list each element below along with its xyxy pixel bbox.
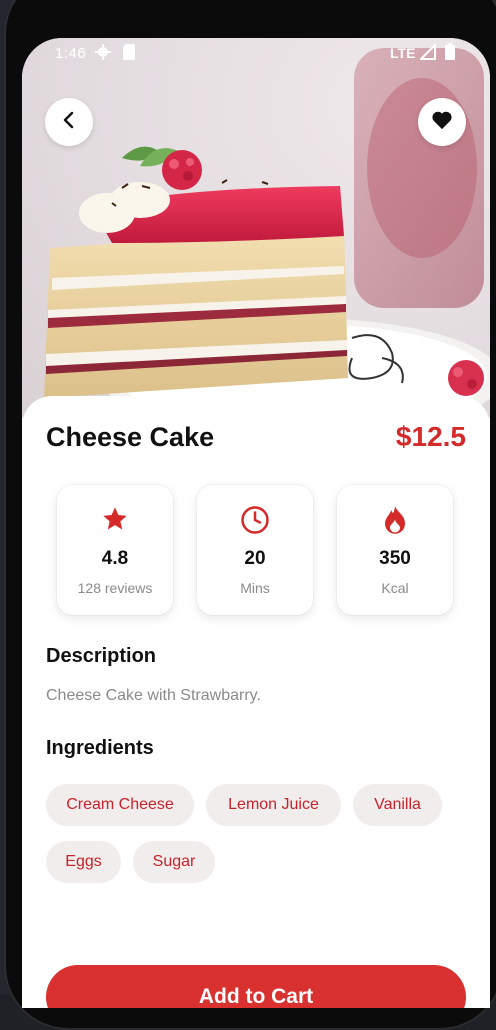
status-time: 1:46 xyxy=(55,45,87,62)
reviews-count: 128 reviews xyxy=(77,580,153,596)
ingredient-chip[interactable]: Eggs xyxy=(46,841,121,883)
calories-unit: Kcal xyxy=(381,580,409,596)
settings-gear-icon xyxy=(95,44,111,64)
calories-card: 350 Kcal xyxy=(337,485,453,615)
flame-icon xyxy=(337,505,453,535)
status-bar: 1:46 LTE xyxy=(22,38,490,70)
battery-icon xyxy=(445,43,455,64)
network-type: LTE xyxy=(390,45,416,61)
phone-screen: 1:46 LTE Cheese Cake $12.5 4.8 128 revie… xyxy=(22,38,490,1008)
add-to-cart-button[interactable]: Add to Cart xyxy=(46,965,466,1008)
description-text: Cheese Cake with Strawbarry. xyxy=(46,687,261,704)
calories-value: 350 xyxy=(379,548,411,569)
ingredient-chip[interactable]: Sugar xyxy=(133,841,215,883)
rating-card: 4.8 128 reviews xyxy=(57,485,173,615)
product-image: 1:46 LTE xyxy=(22,38,490,418)
prep-time-value: 20 xyxy=(244,548,266,569)
chevron-left-icon xyxy=(59,110,79,135)
product-title: Cheese Cake xyxy=(46,422,215,452)
signal-icon xyxy=(418,42,436,64)
ingredient-chip[interactable]: Lemon Juice xyxy=(206,784,341,826)
favorite-button[interactable] xyxy=(418,98,466,146)
product-price: $12.5 xyxy=(395,421,466,452)
clock-icon xyxy=(197,505,313,535)
prep-time-card: 20 Mins xyxy=(197,485,313,615)
heart-icon xyxy=(431,110,453,135)
product-details-sheet: Cheese Cake $12.5 4.8 128 reviews 20 Min… xyxy=(22,396,490,1008)
star-icon xyxy=(57,505,173,535)
prep-time-unit: Mins xyxy=(240,580,270,596)
ingredient-chip[interactable]: Vanilla xyxy=(353,784,442,826)
rating-value: 4.8 xyxy=(101,548,129,569)
ingredient-chip[interactable]: Cream Cheese xyxy=(46,784,194,826)
description-heading: Description xyxy=(46,645,157,667)
cheesecake-photo xyxy=(44,48,490,418)
sd-card-icon xyxy=(123,44,135,64)
back-button[interactable] xyxy=(45,98,93,146)
ingredients-heading: Ingredients xyxy=(46,737,154,759)
